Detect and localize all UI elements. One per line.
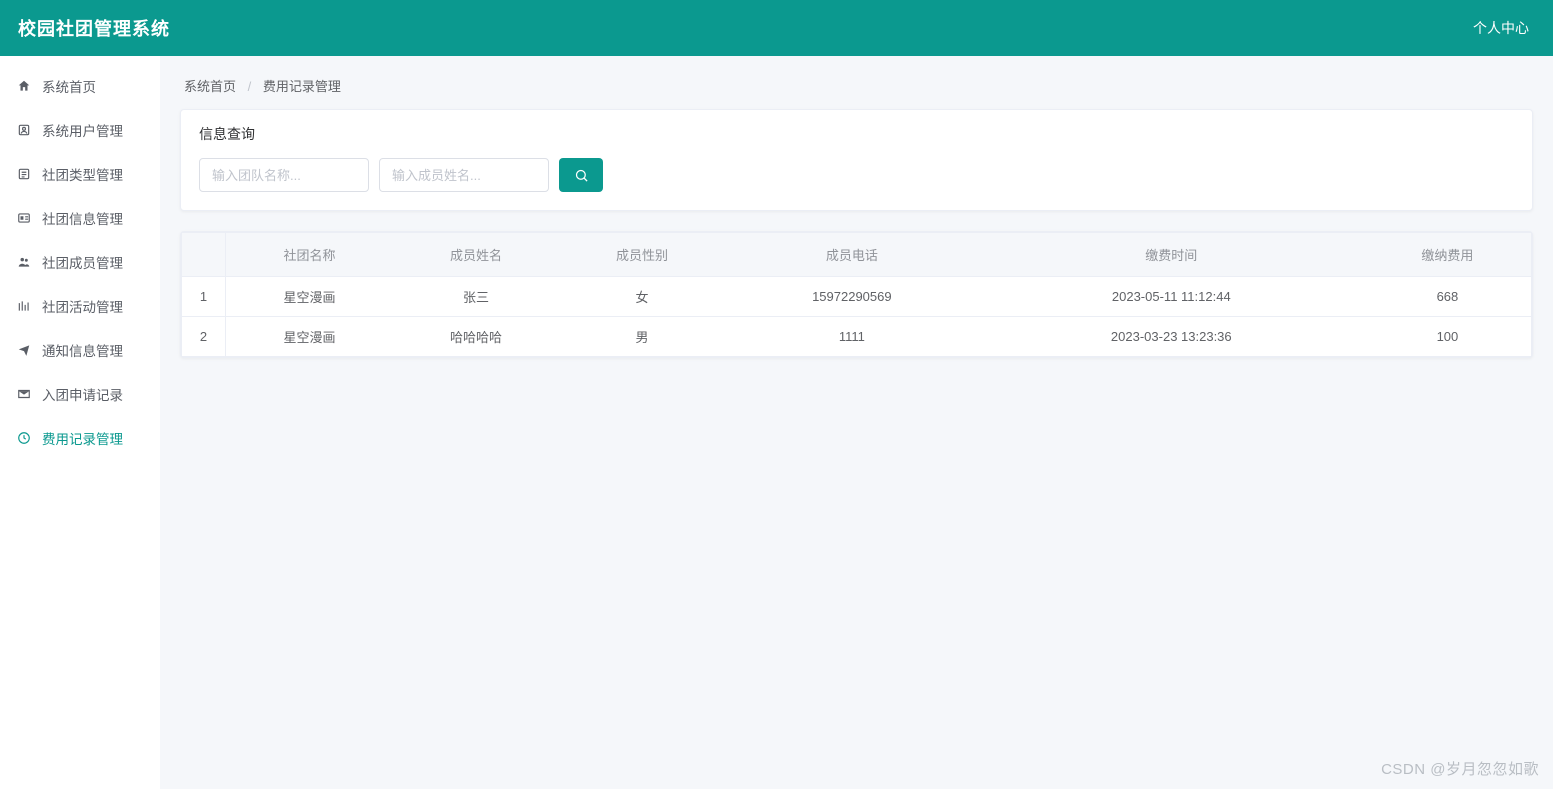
team-name-input[interactable]: [199, 158, 369, 192]
breadcrumb: 系统首页 / 费用记录管理: [180, 68, 1533, 109]
query-title: 信息查询: [199, 124, 1514, 144]
table-card: 社团名称 成员姓名 成员性别 成员电话 缴费时间 缴纳费用 1 星空漫画 张三 …: [180, 231, 1533, 358]
sidebar-item-label: 费用记录管理: [42, 428, 123, 448]
info-icon: [16, 211, 32, 225]
col-name: 成员姓名: [393, 233, 559, 277]
sidebar-item-apply[interactable]: 入团申请记录: [0, 372, 160, 416]
cell-time: 2023-03-23 13:23:36: [979, 317, 1364, 357]
table-row[interactable]: 2 星空漫画 哈哈哈哈 男 1111 2023-03-23 13:23:36 1…: [182, 317, 1532, 357]
query-card: 信息查询: [180, 109, 1533, 211]
user-icon: [16, 123, 32, 137]
fee-table: 社团名称 成员姓名 成员性别 成员电话 缴费时间 缴纳费用 1 星空漫画 张三 …: [181, 232, 1532, 357]
cell-name: 哈哈哈哈: [393, 317, 559, 357]
sidebar-item-fee[interactable]: 费用记录管理: [0, 416, 160, 460]
query-row: [199, 158, 1514, 192]
clock-icon: [16, 431, 32, 445]
cell-fee: 100: [1364, 317, 1532, 357]
col-phone: 成员电话: [725, 233, 979, 277]
cell-index: 2: [182, 317, 226, 357]
sidebar-item-activity[interactable]: 社团活动管理: [0, 284, 160, 328]
activity-icon: [16, 299, 32, 313]
sidebar-item-notice[interactable]: 通知信息管理: [0, 328, 160, 372]
col-time: 缴费时间: [979, 233, 1364, 277]
cell-club: 星空漫画: [226, 317, 394, 357]
sidebar-item-label: 系统首页: [42, 76, 96, 96]
cell-fee: 668: [1364, 277, 1532, 317]
col-index: [182, 233, 226, 277]
bell-icon: [16, 343, 32, 357]
sidebar: 系统首页 系统用户管理 社团类型管理 社团信息管理 社团成员管理: [0, 56, 160, 789]
personal-center-link[interactable]: 个人中心: [1473, 18, 1529, 38]
main-content: 系统首页 / 费用记录管理 信息查询 社团名称 成员姓名: [160, 56, 1553, 789]
sidebar-item-label: 系统用户管理: [42, 120, 123, 140]
cell-time: 2023-05-11 11:12:44: [979, 277, 1364, 317]
cell-gender: 女: [559, 277, 725, 317]
search-button[interactable]: [559, 158, 603, 192]
sidebar-item-label: 通知信息管理: [42, 340, 123, 360]
cell-phone: 15972290569: [725, 277, 979, 317]
header: 校园社团管理系统 个人中心: [0, 0, 1553, 56]
app-title: 校园社团管理系统: [18, 15, 170, 41]
sidebar-item-label: 社团类型管理: [42, 164, 123, 184]
sidebar-item-club-info[interactable]: 社团信息管理: [0, 196, 160, 240]
cell-gender: 男: [559, 317, 725, 357]
breadcrumb-sep: /: [248, 79, 252, 94]
sidebar-item-label: 社团活动管理: [42, 296, 123, 316]
sidebar-item-users[interactable]: 系统用户管理: [0, 108, 160, 152]
col-club: 社团名称: [226, 233, 394, 277]
members-icon: [16, 255, 32, 269]
sidebar-item-home[interactable]: 系统首页: [0, 64, 160, 108]
cell-name: 张三: [393, 277, 559, 317]
col-fee: 缴纳费用: [1364, 233, 1532, 277]
cell-phone: 1111: [725, 317, 979, 357]
home-icon: [16, 79, 32, 93]
table-row[interactable]: 1 星空漫画 张三 女 15972290569 2023-05-11 11:12…: [182, 277, 1532, 317]
sidebar-item-label: 社团成员管理: [42, 252, 123, 272]
sidebar-item-label: 入团申请记录: [42, 384, 123, 404]
sidebar-item-label: 社团信息管理: [42, 208, 123, 228]
mail-icon: [16, 387, 32, 401]
sidebar-item-club-type[interactable]: 社团类型管理: [0, 152, 160, 196]
breadcrumb-root[interactable]: 系统首页: [184, 79, 236, 94]
search-icon: [574, 168, 589, 183]
breadcrumb-current: 费用记录管理: [263, 79, 341, 94]
col-gender: 成员性别: [559, 233, 725, 277]
table-header-row: 社团名称 成员姓名 成员性别 成员电话 缴费时间 缴纳费用: [182, 233, 1532, 277]
cell-club: 星空漫画: [226, 277, 394, 317]
member-name-input[interactable]: [379, 158, 549, 192]
sidebar-item-members[interactable]: 社团成员管理: [0, 240, 160, 284]
list-icon: [16, 167, 32, 181]
cell-index: 1: [182, 277, 226, 317]
